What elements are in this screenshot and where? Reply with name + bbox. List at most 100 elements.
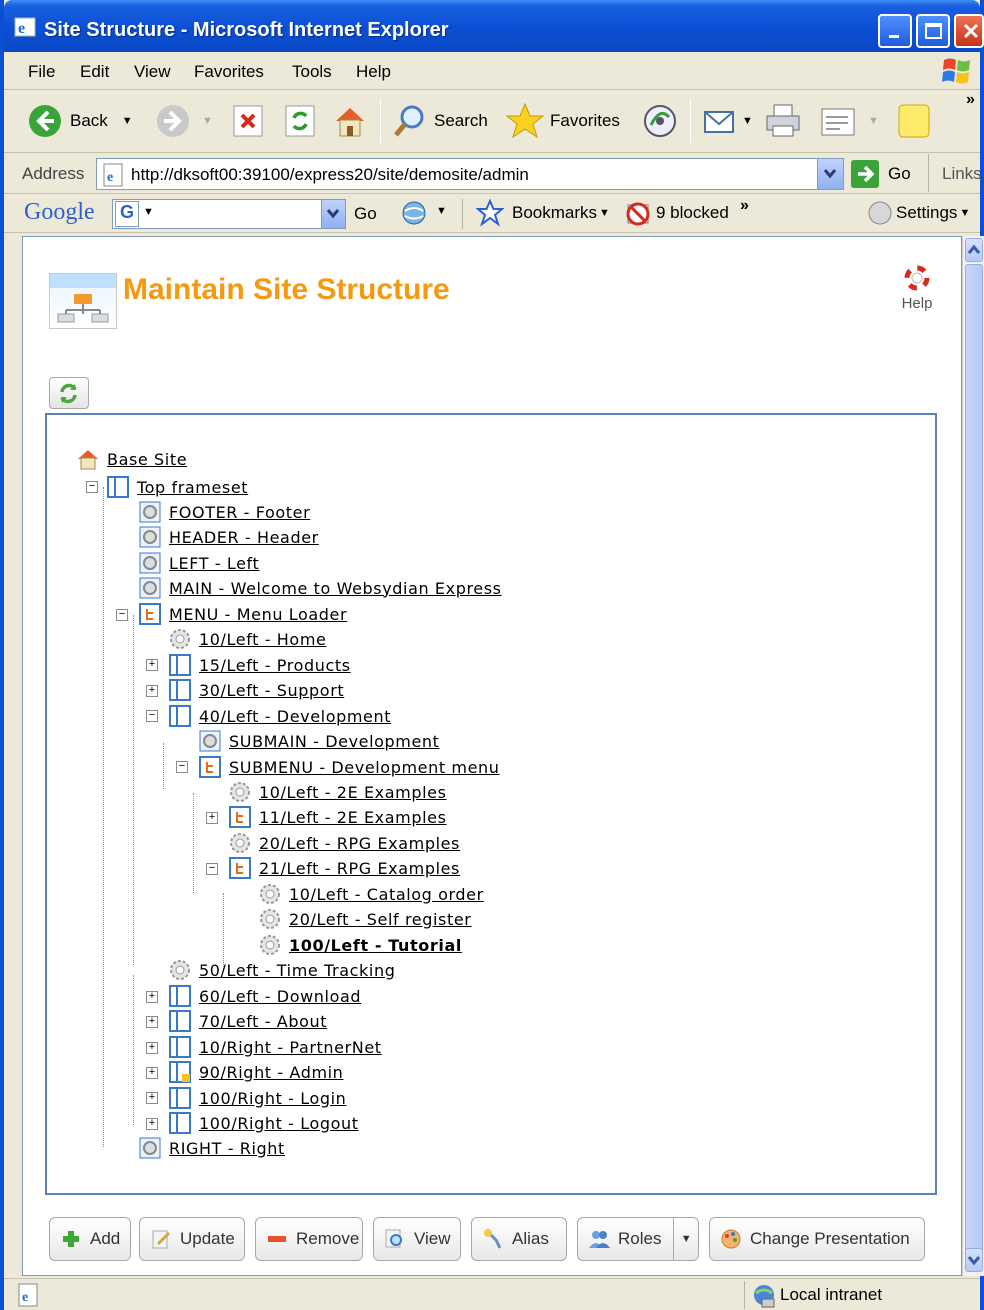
collapse-toggle[interactable]: − [116,609,128,621]
settings-button[interactable]: Settings ▼ [866,199,970,227]
google-overflow-icon[interactable]: » [740,197,749,215]
messenger-button[interactable] [896,101,932,141]
tree-node-support[interactable]: 30/Left - Support [169,678,344,702]
refresh-tree-button[interactable] [49,377,89,409]
collapse-toggle[interactable]: − [176,761,188,773]
tree-node-menu[interactable]: MENU - Menu Loader [139,602,347,626]
maximize-button[interactable] [916,14,950,48]
scroll-up-icon[interactable] [965,238,983,262]
favorites-button[interactable]: Favorites [506,101,620,141]
tree-node-submenu[interactable]: SUBMENU - Development menu [199,755,500,779]
tree-node-base-site[interactable]: Base Site [77,447,187,471]
stop-button[interactable] [232,101,264,141]
search-button[interactable]: Search [392,101,488,141]
google-dropdown-icon[interactable]: ▼ [143,206,154,218]
links-button[interactable]: Links [942,164,982,184]
menu-bar: File Edit View Favorites Tools Help [4,52,980,90]
tree-node-development[interactable]: 40/Left - Development [169,704,391,728]
tree-node-left[interactable]: LEFT - Left [139,551,259,575]
expand-toggle[interactable]: + [146,1092,158,1104]
alias-button[interactable]: Alias [471,1217,567,1261]
tree-node-download[interactable]: 60/Left - Download [169,984,361,1008]
expand-toggle[interactable]: + [146,1067,158,1079]
tree-node-products[interactable]: 15/Left - Products [169,653,351,677]
svg-text:e: e [22,1290,28,1305]
expand-toggle[interactable]: + [206,812,218,824]
search-history-dropdown-icon[interactable] [321,200,345,228]
tree-node-time-tracking[interactable]: 50/Left - Time Tracking [169,958,395,982]
tree-node-login[interactable]: 100/Right - Login [169,1086,346,1110]
collapse-toggle[interactable]: − [146,710,158,722]
tree-node-top-frameset[interactable]: Top frameset [107,475,248,499]
tree-node-self-register[interactable]: 20/Left - Self register [259,907,471,931]
remove-button[interactable]: Remove [255,1217,363,1261]
expand-toggle[interactable]: + [146,1042,158,1054]
search-web-dropdown-icon[interactable]: ▼ [436,205,447,217]
media-button[interactable] [642,101,678,141]
back-button[interactable]: Back ▼ [28,101,133,141]
popup-blocker-button[interactable]: 9 blocked [624,199,729,227]
toolbar-overflow-icon[interactable]: » [966,91,975,109]
tree-node-admin[interactable]: 90/Right - Admin [169,1060,343,1084]
view-button[interactable]: View [373,1217,461,1261]
minimize-button[interactable] [878,14,912,48]
expand-toggle[interactable]: + [146,991,158,1003]
tree-node-header[interactable]: HEADER - Header [139,525,319,549]
go-button[interactable]: Go [850,159,911,189]
change-presentation-button[interactable]: Change Presentation [709,1217,925,1261]
edit-dropdown-icon[interactable]: ▼ [868,115,879,127]
menu-file[interactable]: File [28,62,55,82]
back-dropdown-icon[interactable]: ▼ [122,115,133,127]
tree-node-2e-examples-menu[interactable]: 11/Left - 2E Examples [229,805,447,829]
address-input[interactable]: e http://dksoft00:39100/express20/site/d… [96,158,844,190]
refresh-button[interactable] [284,101,316,141]
search-web-icon[interactable] [400,199,428,227]
expand-toggle[interactable]: + [146,659,158,671]
address-dropdown-icon[interactable] [817,159,843,189]
menu-edit[interactable]: Edit [80,62,109,82]
expand-toggle[interactable]: + [146,1118,158,1130]
tree-node-footer[interactable]: FOOTER - Footer [139,500,310,524]
forward-dropdown-icon[interactable]: ▼ [202,115,213,127]
collapse-toggle[interactable]: − [206,863,218,875]
tree-node-2e-examples[interactable]: 10/Left - 2E Examples [229,780,447,804]
forward-button[interactable]: ▼ [156,101,213,141]
tree-node-partnernet[interactable]: 10/Right - PartnerNet [169,1035,382,1059]
scroll-thumb[interactable] [965,264,983,1254]
mail-dropdown-icon[interactable]: ▼ [742,115,753,127]
add-button[interactable]: Add [49,1217,131,1261]
tree-node-rpg-examples-menu[interactable]: 21/Left - RPG Examples [229,856,460,880]
menu-favorites[interactable]: Favorites [194,62,264,82]
google-logo[interactable]: Google [24,199,95,226]
tree-node-catalog-order[interactable]: 10/Left - Catalog order [259,882,484,906]
google-go-button[interactable]: Go [354,204,377,224]
tree-node-tutorial[interactable]: 100/Left - Tutorial [259,933,462,957]
window-title: Site Structure - Microsoft Internet Expl… [44,19,449,41]
update-button[interactable]: Update [139,1217,245,1261]
bookmarks-button[interactable]: Bookmarks ▼ [476,199,610,227]
roles-dropdown-icon[interactable]: ▼ [673,1218,698,1260]
home-button[interactable] [332,101,368,141]
edit-button[interactable]: ▼ [820,101,879,141]
mail-button[interactable]: ▼ [702,101,753,141]
tree-node-home[interactable]: 10/Left - Home [169,627,326,651]
print-button[interactable] [764,101,802,141]
help-button[interactable]: Help [897,265,937,312]
tree-node-main[interactable]: MAIN - Welcome to Websydian Express [139,576,502,600]
roles-button[interactable]: Roles ▼ [577,1217,699,1261]
tree-node-right[interactable]: RIGHT - Right [139,1136,285,1160]
menu-view[interactable]: View [134,62,171,82]
collapse-toggle[interactable]: − [86,481,98,493]
tree-node-logout[interactable]: 100/Right - Logout [169,1111,359,1135]
menu-help[interactable]: Help [356,62,391,82]
expand-toggle[interactable]: + [146,685,158,697]
tree-node-about[interactable]: 70/Left - About [169,1009,327,1033]
tree-node-submain[interactable]: SUBMAIN - Development [199,729,440,753]
expand-toggle[interactable]: + [146,1016,158,1028]
scroll-down-icon[interactable] [965,1248,983,1272]
tree-node-rpg-examples[interactable]: 20/Left - RPG Examples [229,831,460,855]
menu-tools[interactable]: Tools [292,62,332,82]
vertical-scrollbar[interactable] [962,236,984,1276]
google-search-input[interactable]: G ▼ [112,199,346,229]
close-button[interactable] [954,14,984,48]
